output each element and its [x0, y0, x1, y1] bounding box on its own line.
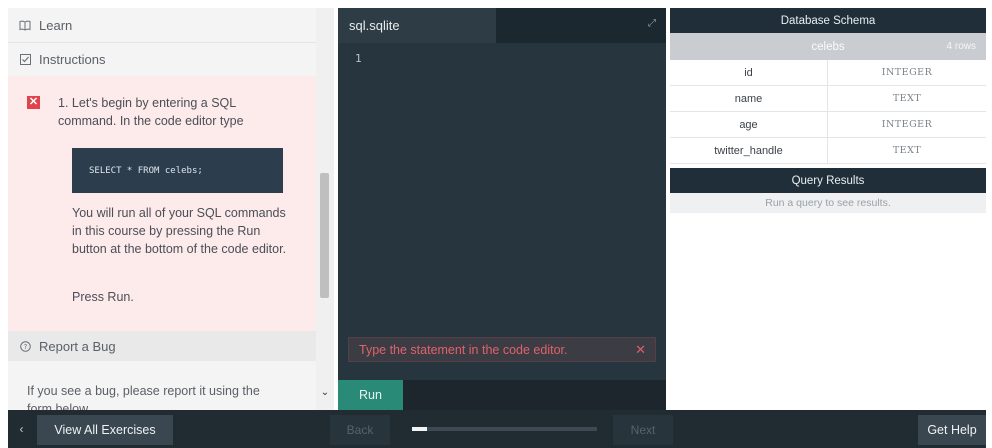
- view-all-exercises-button[interactable]: View All Exercises: [37, 415, 173, 445]
- scrollbar-thumb[interactable]: [320, 173, 329, 298]
- report-bug-tab[interactable]: ? Report a Bug: [8, 331, 316, 361]
- code-snippet: SELECT * FROM celebs;: [72, 148, 283, 193]
- run-bar: Run: [338, 380, 666, 410]
- schema-row: id INTEGER: [670, 60, 986, 86]
- editor-tab-bar: sql.sqlite ⤢: [338, 8, 666, 43]
- book-icon: [19, 19, 31, 31]
- error-text: Type the statement in the code editor.: [359, 342, 568, 357]
- progress-bar: [412, 427, 597, 431]
- learn-tab[interactable]: Learn: [8, 8, 316, 42]
- report-bug-label: Report a Bug: [39, 338, 116, 354]
- progress-fill: [412, 427, 427, 431]
- column-type: INTEGER: [881, 67, 933, 78]
- query-results-header: Query Results: [670, 168, 986, 193]
- svg-text:?: ?: [23, 343, 27, 351]
- task-number: 1.: [58, 96, 69, 110]
- schema-row: age INTEGER: [670, 112, 986, 138]
- close-icon[interactable]: ✕: [635, 342, 646, 358]
- column-name: age: [670, 112, 828, 137]
- error-message: Type the statement in the code editor. ✕: [348, 337, 656, 362]
- schema-row: twitter_handle TEXT: [670, 138, 986, 164]
- column-type: INTEGER: [881, 119, 933, 130]
- next-button[interactable]: Next: [613, 415, 673, 445]
- database-schema-header: Database Schema: [670, 8, 986, 33]
- code-input-area[interactable]: [370, 48, 660, 328]
- column-name: twitter_handle: [670, 138, 828, 163]
- instructions-body: ✕ 1. Let's begin by entering a SQL comma…: [8, 76, 316, 331]
- press-run-paragraph: Press Run.: [72, 290, 134, 304]
- table-name: celebs: [811, 40, 845, 53]
- run-button[interactable]: Run: [338, 380, 403, 410]
- code-editor-panel: sql.sqlite ⤢ 1 Type the statement in the…: [338, 8, 666, 410]
- column-name: name: [670, 86, 828, 111]
- get-help-button[interactable]: Get Help: [918, 415, 986, 445]
- checkbox-icon: [19, 54, 31, 66]
- task-text: 1. Let's begin by entering a SQL command…: [58, 94, 290, 130]
- instructions-tab[interactable]: Instructions: [8, 42, 316, 76]
- chevron-left-icon[interactable]: ‹: [8, 410, 35, 448]
- bug-report-text: If you see a bug, please report it using…: [27, 384, 260, 410]
- chevron-down-icon[interactable]: ⌄: [320, 388, 330, 398]
- table-name-header: celebs 4 rows: [670, 33, 986, 60]
- sidebar-scrollbar[interactable]: ⌄: [316, 8, 334, 410]
- column-name: id: [670, 60, 828, 85]
- schema-row: name TEXT: [670, 86, 986, 112]
- question-circle-icon: ?: [19, 340, 31, 352]
- file-tab[interactable]: sql.sqlite: [338, 8, 496, 43]
- column-type: TEXT: [892, 145, 922, 156]
- column-type: TEXT: [892, 93, 922, 104]
- instruction-paragraph: You will run all of your SQL commands in…: [72, 206, 287, 256]
- line-number: 1: [355, 52, 362, 65]
- back-button[interactable]: Back: [330, 415, 390, 445]
- instructions-panel: Learn Instructions ✕ 1. Let's begin by e…: [8, 8, 334, 410]
- query-results-message: Run a query to see results.: [670, 193, 986, 213]
- rows-badge: 4 rows: [946, 41, 976, 52]
- learn-label: Learn: [39, 17, 73, 33]
- bottom-navigation-bar: ‹ View All Exercises Back Next Get Help: [8, 410, 986, 448]
- task-description: Let's begin by entering a SQL command. I…: [58, 96, 244, 128]
- output-panel: Database Schema celebs 4 rows id INTEGER…: [670, 8, 986, 410]
- instructions-label: Instructions: [39, 52, 106, 67]
- x-mark-icon: ✕: [27, 96, 40, 109]
- expand-icon[interactable]: ⤢: [648, 18, 656, 29]
